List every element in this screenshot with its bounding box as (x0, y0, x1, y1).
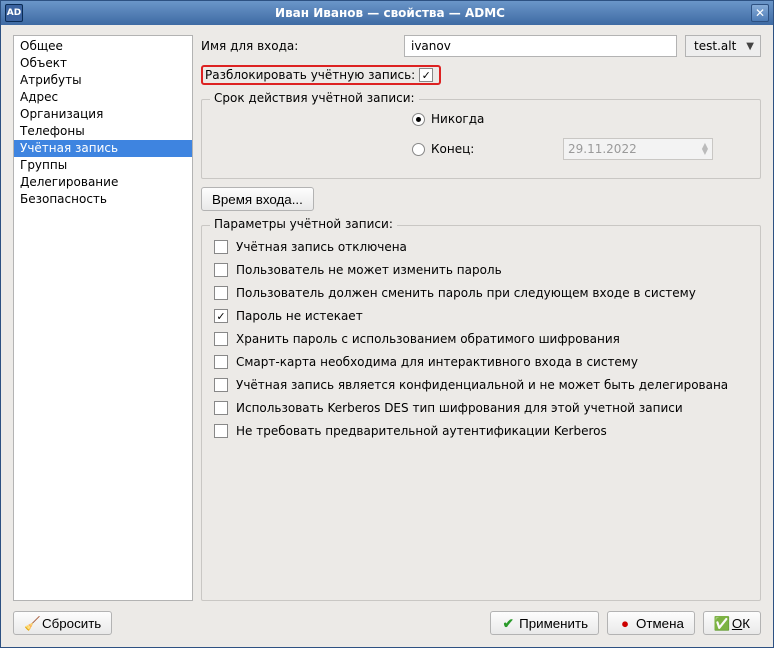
account-option-row: Учётная запись отключена (214, 240, 748, 254)
close-icon[interactable]: ✕ (751, 4, 769, 22)
dialog-body: ОбщееОбъектАтрибутыАдресОрганизацияТелеф… (1, 25, 773, 647)
account-option-label: Не требовать предварительной аутентифика… (236, 424, 607, 438)
account-option-label: Хранить пароль с использованием обратимо… (236, 332, 620, 346)
account-option-checkbox[interactable] (214, 378, 228, 392)
expiry-never-row: Никогда (412, 112, 750, 126)
cancel-button[interactable]: ● Отмена (607, 611, 695, 635)
account-option-label: Учётная запись является конфиденциальной… (236, 378, 728, 392)
account-option-label: Смарт-карта необходима для интерактивног… (236, 355, 638, 369)
reset-button[interactable]: 🧹 Сбросить (13, 611, 112, 635)
date-spinner-icon: ▲▼ (702, 143, 708, 155)
unlock-account-highlight: Разблокировать учётную запись: (201, 65, 441, 85)
app-icon: AD (5, 4, 23, 22)
properties-window: AD Иван Иванов — свойства — ADMC ✕ Общее… (0, 0, 774, 648)
tab-объект[interactable]: Объект (14, 55, 192, 72)
check-icon: ✔ (501, 616, 515, 630)
unlock-checkbox[interactable] (419, 68, 433, 82)
account-option-row: Смарт-карта необходима для интерактивног… (214, 355, 748, 369)
expiry-date-value: 29.11.2022 (568, 142, 637, 156)
ok-icon: ✅ (714, 616, 728, 630)
account-option-row: Пароль не истекает (214, 309, 748, 323)
account-option-checkbox[interactable] (214, 355, 228, 369)
broom-icon: 🧹 (24, 616, 38, 630)
tab-адрес[interactable]: Адрес (14, 89, 192, 106)
domain-combo[interactable]: test.alt ▼ (685, 35, 761, 57)
account-options-list: Учётная запись отключена Пользователь не … (212, 236, 750, 442)
account-option-row: Пользователь не может изменить пароль (214, 263, 748, 277)
expiry-end-label: Конец: (431, 142, 501, 156)
chevron-down-icon: ▼ (746, 41, 754, 52)
domain-combo-value: test.alt (694, 39, 736, 53)
account-option-checkbox[interactable] (214, 240, 228, 254)
expiry-end-row: Конец: 29.11.2022 ▲▼ (412, 138, 750, 160)
tab-делегирование[interactable]: Делегирование (14, 174, 192, 191)
unlock-label: Разблокировать учётную запись: (205, 68, 415, 82)
account-option-row: Пользователь должен сменить пароль при с… (214, 286, 748, 300)
expiry-end-radio[interactable] (412, 143, 425, 156)
expiry-never-label: Никогда (431, 112, 501, 126)
logon-times-button[interactable]: Время входа... (201, 187, 314, 211)
tab-организация[interactable]: Организация (14, 106, 192, 123)
cancel-button-label: Отмена (636, 616, 684, 631)
window-title: Иван Иванов — свойства — ADMC (29, 6, 751, 20)
account-option-checkbox[interactable] (214, 263, 228, 277)
account-tab-content: Имя для входа: test.alt ▼ Разблокировать… (201, 35, 761, 601)
tab-безопасность[interactable]: Безопасность (14, 191, 192, 208)
account-option-label: Учётная запись отключена (236, 240, 407, 254)
account-option-row: Хранить пароль с использованием обратимо… (214, 332, 748, 346)
login-row: Имя для входа: test.alt ▼ (201, 35, 761, 57)
logon-times-row: Время входа... (201, 187, 761, 211)
tab-атрибуты[interactable]: Атрибуты (14, 72, 192, 89)
login-input[interactable] (404, 35, 677, 57)
account-option-checkbox[interactable] (214, 309, 228, 323)
account-option-row: Использовать Kerberos DES тип шифрования… (214, 401, 748, 415)
expiry-legend: Срок действия учётной записи: (210, 91, 419, 105)
tab-учётная запись[interactable]: Учётная запись (14, 140, 192, 157)
account-option-label: Пользователь должен сменить пароль при с… (236, 286, 696, 300)
account-option-checkbox[interactable] (214, 286, 228, 300)
apply-button-label: Применить (519, 616, 588, 631)
tab-телефоны[interactable]: Телефоны (14, 123, 192, 140)
account-option-checkbox[interactable] (214, 401, 228, 415)
expiry-date-field: 29.11.2022 ▲▼ (563, 138, 713, 160)
account-options-legend: Параметры учётной записи: (210, 217, 397, 231)
login-label: Имя для входа: (201, 39, 396, 53)
logon-times-button-label: Время входа... (212, 192, 303, 207)
account-option-label: Использовать Kerberos DES тип шифрования… (236, 401, 683, 415)
ok-button-label: OК (732, 616, 750, 631)
account-option-row: Не требовать предварительной аутентифика… (214, 424, 748, 438)
titlebar: AD Иван Иванов — свойства — ADMC ✕ (1, 1, 773, 25)
ok-button[interactable]: ✅ OК (703, 611, 761, 635)
account-option-checkbox[interactable] (214, 332, 228, 346)
tab-list[interactable]: ОбщееОбъектАтрибутыАдресОрганизацияТелеф… (13, 35, 193, 601)
reset-button-label: Сбросить (42, 616, 101, 631)
account-options-group: Параметры учётной записи: Учётная запись… (201, 225, 761, 601)
button-bar: 🧹 Сбросить ✔ Применить ● Отмена ✅ OК (13, 611, 761, 635)
stop-icon: ● (618, 616, 632, 630)
account-option-checkbox[interactable] (214, 424, 228, 438)
account-option-label: Пароль не истекает (236, 309, 363, 323)
unlock-row-wrap: Разблокировать учётную запись: (201, 65, 761, 85)
account-option-row: Учётная запись является конфиденциальной… (214, 378, 748, 392)
apply-button[interactable]: ✔ Применить (490, 611, 599, 635)
expiry-never-radio[interactable] (412, 113, 425, 126)
main-row: ОбщееОбъектАтрибутыАдресОрганизацияТелеф… (13, 35, 761, 601)
expiry-group: Срок действия учётной записи: Никогда Ко… (201, 99, 761, 179)
tab-общее[interactable]: Общее (14, 38, 192, 55)
account-option-label: Пользователь не может изменить пароль (236, 263, 502, 277)
tab-группы[interactable]: Группы (14, 157, 192, 174)
